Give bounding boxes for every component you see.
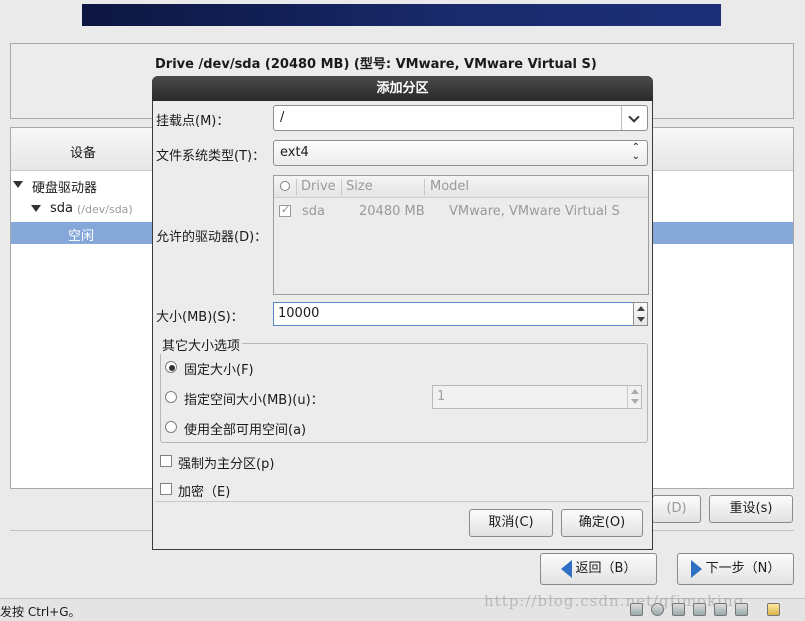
other-size-options-legend: 其它大小选项: [160, 335, 243, 354]
tray-network-icon[interactable]: [693, 603, 706, 616]
select-column-icon: [280, 181, 290, 191]
size-label: 大小(MB)(S)：: [156, 310, 244, 325]
column-drive[interactable]: Drive: [301, 179, 336, 194]
column-separator: [296, 179, 297, 195]
fs-type-value: ext4: [280, 145, 309, 160]
tree-row-free-selection: [652, 222, 793, 244]
sda-label: sda: [50, 201, 73, 216]
column-device: 设备: [70, 146, 97, 161]
tray-printer-icon[interactable]: [714, 603, 727, 616]
reset-button[interactable]: 重设(s): [709, 495, 793, 523]
force-primary-checkbox[interactable]: [160, 455, 172, 467]
next-arrow-icon: [690, 559, 702, 578]
dialog-divider: [155, 501, 650, 502]
column-separator: [424, 179, 425, 195]
mount-point-dropdown-button[interactable]: [621, 106, 647, 130]
fill-upto-value: 1: [437, 389, 446, 404]
next-button[interactable]: 下一步（N）: [677, 553, 794, 585]
mount-point-combo[interactable]: /: [273, 105, 648, 131]
fs-type-select[interactable]: ext4 ⌃ ⌄: [273, 140, 648, 166]
tray-drive-icon[interactable]: [630, 603, 643, 616]
tray-floppy-icon[interactable]: [672, 603, 685, 616]
fill-upto-input[interactable]: 1: [432, 385, 642, 409]
column-size[interactable]: Size: [346, 179, 373, 194]
encrypt-checkbox[interactable]: [160, 483, 172, 495]
tray-usb-icon[interactable]: [735, 603, 748, 616]
column-separator: [341, 179, 342, 195]
drive-cell: sda: [302, 204, 325, 219]
spin-up-icon[interactable]: [637, 306, 645, 311]
encrypt-label[interactable]: 加密（E): [178, 481, 230, 500]
delete-button[interactable]: (D): [652, 495, 701, 523]
fs-type-label: 文件系统类型(T)：: [156, 149, 266, 164]
tray-cd-icon[interactable]: [651, 603, 664, 616]
size-spinner-buttons[interactable]: [633, 302, 648, 326]
hard-drives-label: 硬盘驱动器: [32, 181, 98, 196]
drive-label: Drive /dev/sda (20480 MB) (型号: VMware, V…: [155, 57, 597, 72]
tree-row-free[interactable]: 空闲: [11, 222, 154, 244]
status-text: 发按 Ctrl+G。: [0, 605, 81, 619]
expander-icon[interactable]: [13, 177, 29, 192]
free-label: 空闲: [68, 229, 95, 244]
expander-icon[interactable]: [31, 201, 47, 216]
size-value[interactable]: 10000: [278, 306, 319, 321]
fill-all-radio[interactable]: [165, 421, 177, 433]
fill-upto-spinner[interactable]: [627, 386, 641, 408]
ok-button[interactable]: 确定(O): [561, 509, 643, 537]
tree-row-hard-drives[interactable]: 硬盘驱动器: [11, 174, 154, 196]
drives-table-header: Drive Size Model: [274, 176, 648, 198]
spin-down-icon[interactable]: [631, 399, 639, 404]
drive-sda-checkbox[interactable]: [279, 203, 291, 217]
back-button[interactable]: 返回（B）: [540, 553, 657, 585]
reset-label: 重设(s): [729, 501, 773, 516]
mount-point-value[interactable]: /: [280, 110, 284, 125]
cancel-button[interactable]: 取消(C): [469, 509, 553, 537]
tree-column-header-right: [652, 128, 793, 171]
fixed-size-label[interactable]: 固定大小(F): [184, 359, 254, 378]
spin-up-icon[interactable]: [631, 389, 639, 394]
tree-row-sda[interactable]: sda (/dev/sda): [11, 198, 154, 220]
cancel-label: 取消(C): [488, 515, 534, 530]
sda-path: (/dev/sda): [77, 203, 133, 216]
allowed-drives-label: 允许的驱动器(D)：: [156, 230, 268, 245]
ok-label: 确定(O): [578, 515, 626, 530]
back-label: 返回（B）: [575, 561, 637, 576]
dialog-title: 添加分区: [152, 76, 653, 101]
column-model[interactable]: Model: [430, 179, 469, 194]
size-cell: 20480 MB: [359, 204, 425, 219]
chevron-down-icon: [628, 111, 640, 123]
size-input[interactable]: 10000: [273, 302, 634, 326]
model-cell: VMware, VMware Virtual S: [449, 204, 620, 219]
spin-down-icon[interactable]: [637, 317, 645, 322]
tray-folder-icon[interactable]: [767, 603, 780, 616]
header-banner: [82, 4, 721, 26]
fill-all-label[interactable]: 使用全部可用空间(a): [184, 419, 306, 438]
fill-upto-label[interactable]: 指定空间大小(MB)(u)：: [184, 389, 324, 408]
back-arrow-icon: [560, 559, 572, 578]
updown-icon: ⌃ ⌄: [631, 142, 640, 162]
next-label: 下一步（N）: [705, 561, 781, 576]
force-primary-label[interactable]: 强制为主分区(p): [178, 453, 274, 472]
fixed-size-radio[interactable]: [165, 361, 177, 373]
fill-upto-radio[interactable]: [165, 391, 177, 403]
mount-point-label: 挂载点(M)：: [156, 114, 230, 129]
